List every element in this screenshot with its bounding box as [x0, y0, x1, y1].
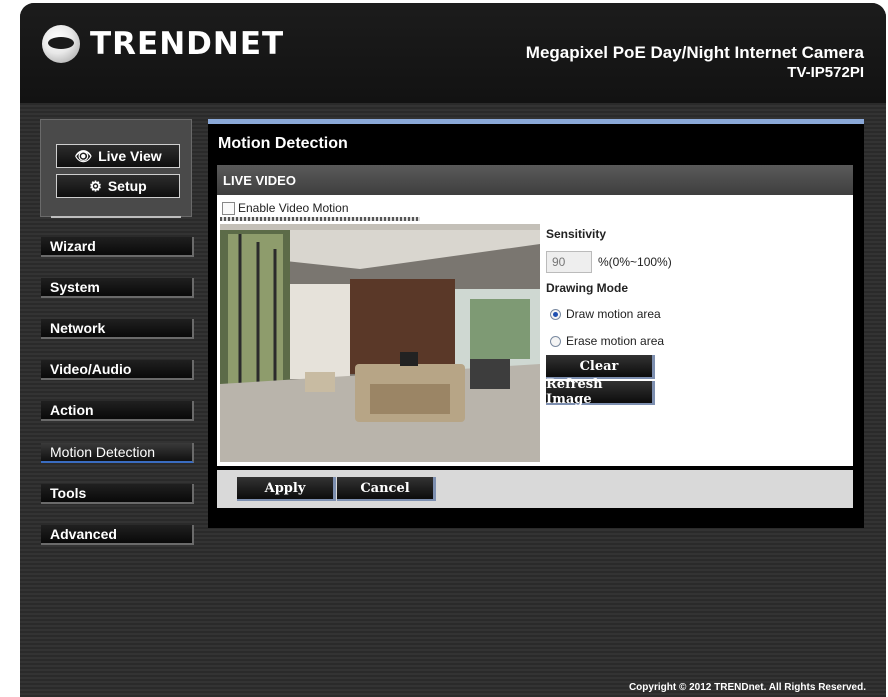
sensitivity-input[interactable]: 90 — [546, 251, 592, 273]
model-name: TV-IP572PI — [787, 64, 864, 81]
clear-button[interactable]: Clear — [546, 355, 655, 379]
draw-motion-area-radio[interactable] — [550, 308, 561, 320]
draw-motion-area-option[interactable]: Draw motion area — [550, 307, 661, 321]
action-bar: Apply Cancel — [217, 470, 853, 508]
menu-action[interactable]: Action — [41, 401, 194, 421]
erase-motion-area-radio[interactable] — [550, 335, 561, 347]
menu-network[interactable]: Network — [41, 319, 194, 339]
brand-name: TRENDNET — [90, 26, 285, 62]
setup-label: Setup — [107, 178, 147, 194]
menu-tools[interactable]: Tools — [41, 484, 194, 504]
enable-video-motion-checkbox[interactable] — [222, 201, 235, 215]
motion-detection-panel: Motion Detection LIVE VIDEO Enable Video… — [208, 119, 864, 528]
menu-system[interactable]: System — [41, 278, 194, 298]
menu-wizard[interactable]: Wizard — [41, 237, 194, 257]
enable-video-motion-label: Enable Video Motion — [238, 201, 349, 215]
refresh-image-button[interactable]: Refresh Image — [546, 377, 655, 407]
divider — [51, 216, 181, 218]
live-view-button[interactable]: 👁 Live View — [56, 144, 180, 168]
eye-icon: 👁 — [74, 147, 93, 164]
header: TRENDNET Megapixel PoE Day/Night Interne… — [20, 3, 886, 103]
room-image — [220, 224, 540, 462]
draw-motion-area-label: Draw motion area — [566, 307, 661, 321]
brand-logo: TRENDNET — [42, 25, 284, 63]
app-frame: TRENDNET Megapixel PoE Day/Night Interne… — [20, 3, 886, 697]
enable-video-motion-row: Enable Video Motion — [222, 201, 349, 215]
apply-button[interactable]: Apply — [237, 477, 336, 501]
menu-advanced[interactable]: Advanced — [41, 525, 194, 545]
sensitivity-label: Sensitivity — [546, 227, 607, 241]
live-view-label: Live View — [98, 148, 162, 164]
motion-grid-strip — [220, 217, 420, 221]
gear-icon: ⚙ — [89, 177, 102, 194]
product-title: Megapixel PoE Day/Night Internet Camera — [525, 43, 864, 62]
page-title: Motion Detection — [218, 135, 348, 152]
menu-motion-detection[interactable]: Motion Detection — [41, 443, 194, 463]
live-video-image[interactable] — [220, 224, 540, 462]
drawing-mode-label: Drawing Mode — [546, 281, 629, 295]
erase-motion-area-option[interactable]: Erase motion area — [550, 334, 664, 348]
erase-motion-area-label: Erase motion area — [566, 334, 665, 348]
sensitivity-range: %(0%~100%) — [598, 255, 672, 269]
product-info: Megapixel PoE Day/Night Internet Camera … — [526, 43, 864, 81]
top-nav: 👁 Live View ⚙ Setup — [40, 119, 192, 218]
section-header: LIVE VIDEO — [217, 165, 853, 195]
live-video-content: Enable Video Motion Sensitivity 90 %(0%~… — [217, 195, 853, 466]
setup-button[interactable]: ⚙ Setup — [56, 174, 180, 198]
cancel-button[interactable]: Cancel — [337, 477, 436, 501]
menu-video-audio[interactable]: Video/Audio — [41, 360, 194, 380]
trendnet-logo-icon — [42, 25, 80, 63]
copyright: Copyright © 2012 TRENDnet. All Rights Re… — [628, 682, 866, 693]
